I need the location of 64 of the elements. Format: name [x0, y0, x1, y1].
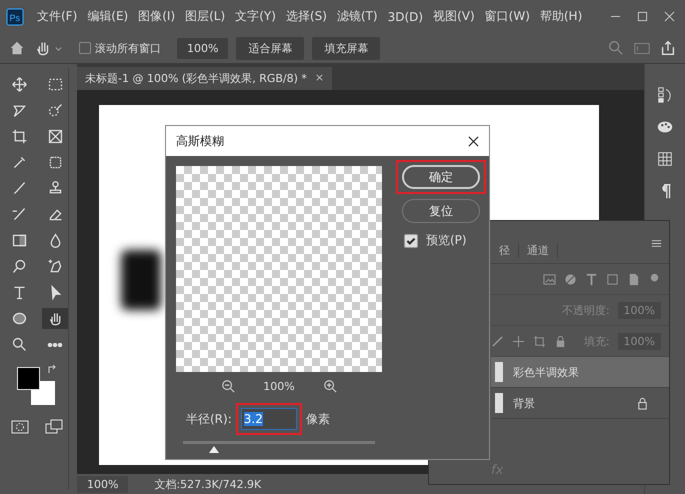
menu-item[interactable]: 视图(V): [428, 8, 480, 25]
menu-item[interactable]: 3D(D): [382, 10, 428, 24]
checkbox[interactable]: [404, 234, 418, 248]
crop-icon: [10, 128, 28, 145]
crop-icon[interactable]: [533, 334, 546, 348]
type-icon[interactable]: [585, 272, 598, 286]
toolbar-button[interactable]: 适合屏幕: [236, 36, 304, 60]
zoom-in-icon[interactable]: [322, 379, 337, 393]
radius-label: 半径(R):: [186, 410, 232, 428]
panel-tab[interactable]: 径: [491, 242, 519, 258]
menu-item[interactable]: 图层(L): [180, 8, 230, 25]
dialog-button[interactable]: 确定: [402, 165, 480, 189]
panel-tab[interactable]: 通道: [519, 242, 558, 258]
hand-tool-button[interactable]: [42, 308, 68, 329]
radius-input[interactable]: 3.2: [240, 408, 297, 430]
layer-thumbnail: [495, 362, 503, 382]
menu-item[interactable]: 文字(Y): [230, 8, 281, 25]
marquee-icon: [46, 76, 64, 93]
menu-item[interactable]: 窗口(W): [480, 8, 535, 25]
layer-row[interactable]: 背景: [491, 388, 669, 419]
quickselect-icon: [46, 102, 64, 119]
dodge-icon: [10, 258, 28, 275]
grid-icon[interactable]: [656, 150, 674, 168]
document-tab[interactable]: 未标题-1 @ 100% (彩色半调效果, RGB/8) * ×: [77, 67, 332, 90]
toolbar-button[interactable]: 填充屏幕: [312, 36, 380, 60]
image-icon[interactable]: [543, 272, 556, 286]
app-logo-icon[interactable]: Ps: [6, 8, 24, 26]
document-icon[interactable]: [627, 272, 640, 286]
menu-item[interactable]: 帮助(H): [534, 8, 588, 25]
dialog-button[interactable]: 复位: [402, 199, 480, 223]
zoom-level-field[interactable]: 100%: [77, 476, 128, 492]
tab-close-button[interactable]: ×: [314, 71, 324, 86]
dialog-title: 高斯模糊: [176, 132, 224, 150]
color-swatches-drawing[interactable]: [17, 367, 55, 405]
move-icon: [10, 76, 28, 93]
zoom-out-icon[interactable]: [221, 379, 236, 393]
menu-item[interactable]: 文件(F): [32, 8, 82, 25]
menu-item[interactable]: 编辑(E): [82, 8, 134, 25]
move-icon[interactable]: [512, 334, 525, 348]
swap-arrow-icon[interactable]: [47, 365, 57, 375]
unit-label: 像素: [306, 410, 330, 428]
ellipse-icon: [10, 310, 28, 327]
checkbox-label: 滚动所有窗口: [95, 40, 161, 56]
close-icon[interactable]: [468, 136, 479, 146]
share-icon[interactable]: [659, 39, 677, 57]
blurred-shape-drawing: [121, 250, 161, 310]
checkbox-label: 预览(P): [426, 232, 467, 249]
lock-icon[interactable]: [554, 334, 567, 348]
menu-item[interactable]: 图像(I): [133, 8, 180, 25]
more-icon: [47, 342, 63, 346]
document-size-text: 文档:527.3K/742.9K: [154, 476, 262, 492]
pen-icon: [46, 258, 64, 275]
layer-row[interactable]: 彩色半调效果: [491, 357, 669, 388]
menu-item[interactable]: 滤镜(T): [332, 8, 383, 25]
preview-zoom-text: 100%: [263, 380, 295, 392]
zoom-field[interactable]: 100%: [177, 38, 228, 58]
home-icon[interactable]: [8, 39, 26, 57]
checkbox[interactable]: [79, 42, 91, 54]
menu-item[interactable]: 选择(S): [280, 8, 332, 25]
layer-thumbnail: [495, 393, 503, 413]
gradient-icon: [10, 232, 28, 249]
zoom-icon: [10, 336, 28, 353]
frame-icon: [46, 128, 64, 145]
maximize-icon[interactable]: [637, 11, 648, 22]
